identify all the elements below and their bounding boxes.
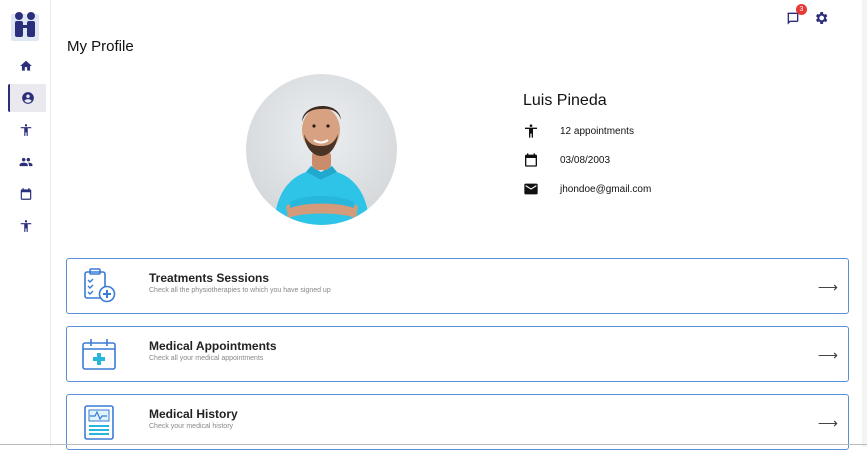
medical-appointments-card[interactable]: Medical Appointments Check all your medi… [66,326,849,382]
avatar [246,74,397,225]
card-subtitle: Check all the physiotherapies to which y… [149,287,331,294]
divider [0,444,867,445]
appointments-count: 12 appointments [560,125,634,137]
account-icon [22,92,34,104]
calendar-icon [20,188,32,200]
arrow-right-icon[interactable]: ⟶ [818,347,838,364]
calendar-icon [523,152,539,168]
medical-history-card[interactable]: Medical History Check your medical histo… [66,394,849,450]
card-subtitle: Check all your medical appointments [149,355,264,362]
card-title: Treatments Sessions [149,271,270,285]
profile-photo [274,105,370,225]
group-icon [19,157,33,167]
page-title: My Profile [67,38,134,55]
clipboard-plus-icon [80,267,118,305]
calendar-plus-icon [80,335,118,373]
sidebar-item-treatments[interactable] [8,116,44,144]
mail-icon [523,181,539,197]
profile-name: Luis Pineda [523,92,607,109]
sidebar-item-group[interactable] [8,148,44,176]
email-row: jhondoe@gmail.com [523,181,651,197]
home-icon [20,60,32,71]
accessibility-icon [20,220,32,232]
accessibility-icon [20,124,32,136]
topbar-actions: 3 [785,4,829,26]
sidebar-item-therapy[interactable] [8,212,44,240]
arrow-right-icon[interactable]: ⟶ [818,279,838,296]
gear-icon [816,12,828,24]
medical-record-icon [80,403,118,441]
birthdate: 03/08/2003 [560,154,611,166]
scrollbar[interactable] [862,0,867,447]
appointments-row: 12 appointments [523,123,634,139]
accessibility-icon [523,123,539,139]
card-subtitle: Check your medical history [149,423,234,430]
notification-badge: 3 [796,4,807,15]
settings-button[interactable] [813,10,829,26]
sidebar-item-home[interactable] [8,52,44,80]
notifications-button[interactable]: 3 [785,4,807,26]
treatments-sessions-card[interactable]: Treatments Sessions Check all the physio… [66,258,849,314]
birthdate-row: 03/08/2003 [523,152,610,168]
email: jhondoe@gmail.com [560,183,652,195]
card-title: Medical History [149,407,238,421]
arrow-right-icon[interactable]: ⟶ [818,415,838,432]
sidebar [0,0,51,447]
sidebar-item-calendar[interactable] [8,180,44,208]
sidebar-item-profile[interactable] [8,84,46,112]
app-logo[interactable] [10,8,40,42]
card-title: Medical Appointments [149,339,277,353]
